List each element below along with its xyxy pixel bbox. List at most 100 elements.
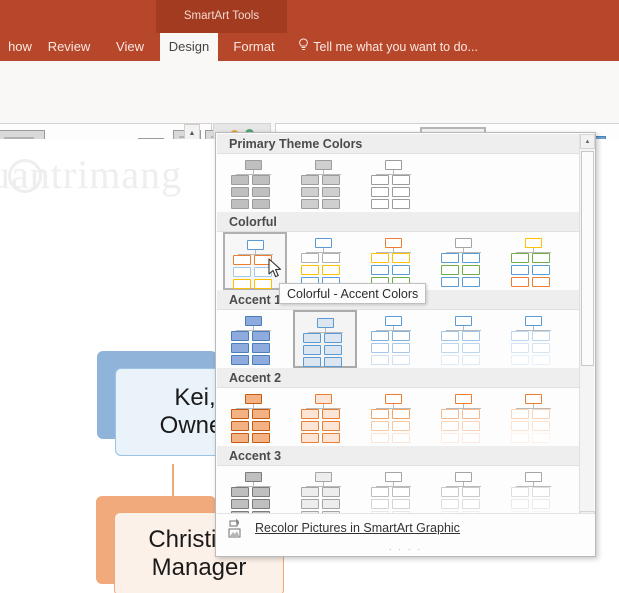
swatch-node <box>462 409 480 419</box>
swatch-node <box>231 355 249 365</box>
swatch-node <box>511 343 529 353</box>
swatch-node <box>371 499 389 509</box>
swatch-node <box>462 331 480 341</box>
swatch-node <box>511 331 529 341</box>
scroll-up-button[interactable]: ▲ <box>580 134 595 149</box>
color-swatch-accent2-colored-fill[interactable] <box>293 388 357 446</box>
swatch-node <box>441 409 459 419</box>
color-swatch-accent1-gradient-range[interactable] <box>363 310 427 368</box>
tab-view[interactable]: View <box>106 33 154 61</box>
swatch-node <box>252 499 270 509</box>
swatch-node <box>392 487 410 497</box>
color-swatch-colorful-range-accent-1-2[interactable] <box>293 232 357 290</box>
swatch-node <box>392 331 410 341</box>
dropdown-scrollbar[interactable]: ▲ ▼ <box>579 134 594 526</box>
swatch-node <box>322 409 340 419</box>
color-swatch-primary-2[interactable] <box>293 154 357 212</box>
swatch-node <box>462 487 480 497</box>
swatch-node <box>371 187 389 197</box>
swatch-node <box>532 487 550 497</box>
tab-review[interactable]: Review <box>42 33 96 61</box>
swatch-node <box>385 472 402 482</box>
swatch-node <box>315 472 332 482</box>
section-header-primary-theme-colors: Primary Theme Colors <box>217 134 581 154</box>
swatch-node <box>301 253 319 263</box>
tell-me-placeholder: Tell me what you want to do... <box>313 40 478 54</box>
color-swatch-accent2-dark-2-fill[interactable] <box>223 388 287 446</box>
swatch-node <box>462 355 480 365</box>
swatch-node <box>231 409 249 419</box>
color-swatch-colorful-range-accent-2-3[interactable] <box>363 232 427 290</box>
swatch-node <box>392 187 410 197</box>
color-swatch-accent2-transparent-fill[interactable] <box>503 388 567 446</box>
swatch-node <box>441 355 459 365</box>
swatch-node <box>301 199 319 209</box>
swatch-node <box>392 199 410 209</box>
section-body-primary-theme-colors <box>217 154 581 212</box>
swatch-node <box>392 265 410 275</box>
swatch-node <box>315 160 332 170</box>
swatch-node <box>525 238 542 248</box>
swatch-node <box>371 433 389 443</box>
swatch-node <box>525 472 542 482</box>
tab-format[interactable]: Format <box>224 33 284 61</box>
swatch-node <box>233 279 251 289</box>
color-swatch-accent1-colored-fill[interactable] <box>293 310 357 368</box>
swatch-node <box>532 331 550 341</box>
change-colors-dropdown[interactable]: Primary Theme ColorsColorfulAccent 1Acce… <box>215 132 596 557</box>
swatch-node <box>322 175 340 185</box>
tab-design[interactable]: Design <box>160 33 218 61</box>
swatch-node <box>301 265 319 275</box>
swatch-node <box>392 355 410 365</box>
color-swatch-accent2-gradient-range[interactable] <box>363 388 427 446</box>
tell-me-search[interactable]: Tell me what you want to do... <box>296 33 478 61</box>
swatch-node <box>392 421 410 431</box>
color-swatch-accent1-gradient-loop[interactable] <box>433 310 497 368</box>
swatch-node <box>371 265 389 275</box>
swatch-node <box>245 160 262 170</box>
swatch-node <box>371 355 389 365</box>
color-swatch-primary-1[interactable] <box>223 154 287 212</box>
tooltip: Colorful - Accent Colors <box>279 283 426 304</box>
scrollbar-thumb[interactable] <box>581 151 594 366</box>
swatch-node <box>322 199 340 209</box>
swatch-node <box>245 316 262 326</box>
color-swatch-accent1-dark-2-fill[interactable] <box>223 310 287 368</box>
color-swatch-accent2-gradient-loop[interactable] <box>433 388 497 446</box>
swatch-node <box>525 394 542 404</box>
recolor-pictures-label: Recolor Pictures in SmartArt Graphic <box>255 521 460 535</box>
swatch-node <box>511 499 529 509</box>
swatch-node <box>301 409 319 419</box>
swatch-node <box>441 331 459 341</box>
swatch-node <box>441 499 459 509</box>
swatch-node <box>301 499 319 509</box>
tab-how[interactable]: how <box>0 33 40 61</box>
swatch-node <box>371 199 389 209</box>
swatch-node <box>245 394 262 404</box>
recolor-pictures-menu-item[interactable]: Recolor Pictures in SmartArt Graphic <box>217 513 595 541</box>
swatch-node <box>455 394 472 404</box>
swatch-node <box>371 343 389 353</box>
swatch-node <box>231 331 249 341</box>
swatch-node <box>317 318 334 328</box>
swatch-node <box>371 331 389 341</box>
chevron-up-icon: ▲ <box>585 139 591 145</box>
swatch-node <box>322 421 340 431</box>
swatch-node <box>462 499 480 509</box>
swatch-node <box>385 316 402 326</box>
color-swatch-colorful-range-accent-4-5[interactable] <box>503 232 567 290</box>
swatch-node <box>371 421 389 431</box>
swatch-node <box>233 255 251 265</box>
color-swatch-accent1-transparent-fill[interactable] <box>503 310 567 368</box>
swatch-node <box>532 277 550 287</box>
swatch-node <box>245 472 262 482</box>
color-swatch-colorful-range-accent-3-4[interactable] <box>433 232 497 290</box>
swatch-node <box>511 409 529 419</box>
swatch-node <box>231 421 249 431</box>
swatch-node <box>462 433 480 443</box>
swatch-node <box>252 355 270 365</box>
swatch-node <box>511 433 529 443</box>
dropdown-resize-grip[interactable]: · · · · <box>216 542 595 556</box>
swatch-node <box>252 421 270 431</box>
color-swatch-primary-3[interactable] <box>363 154 427 212</box>
